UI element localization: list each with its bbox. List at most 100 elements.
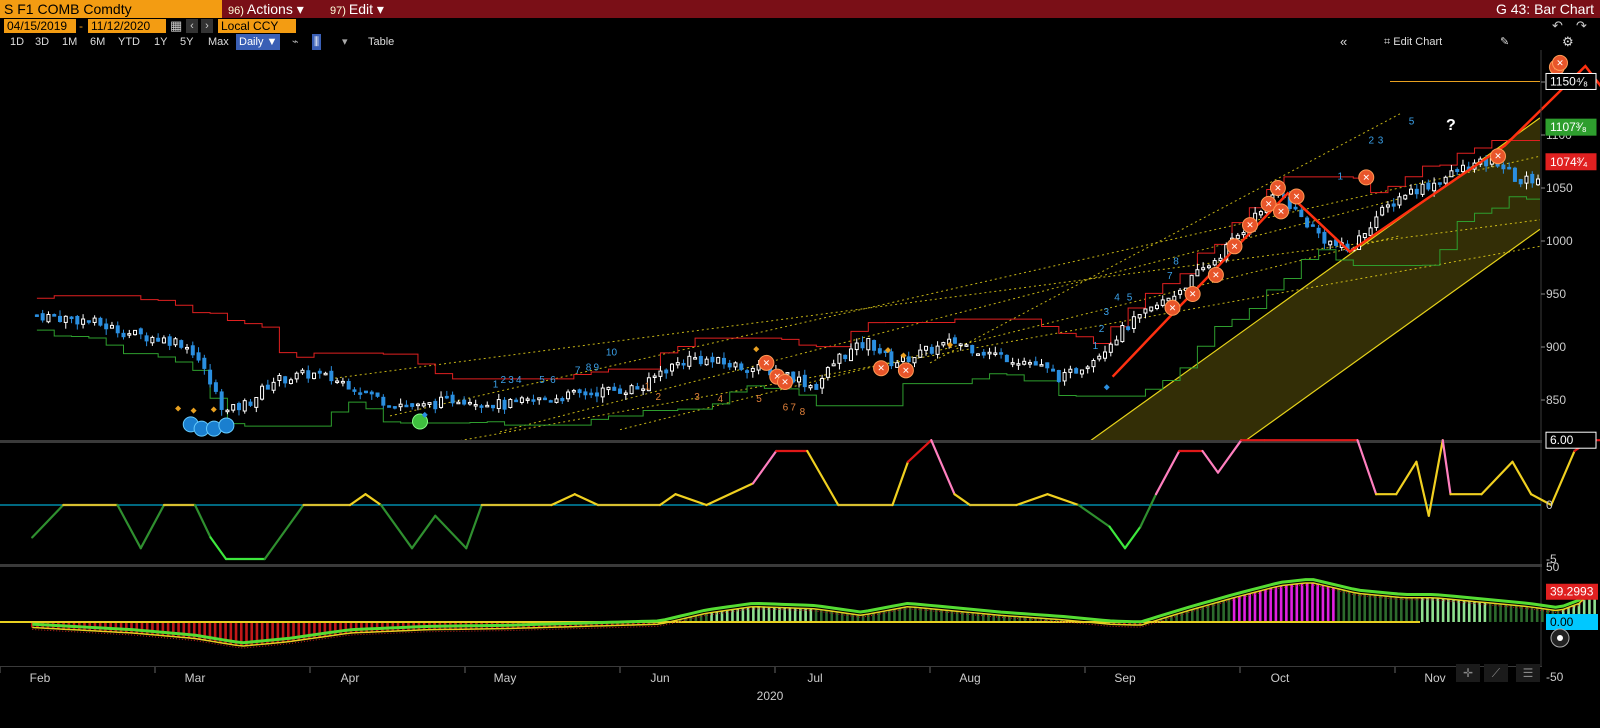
td-count-blue-11: 2 — [1099, 324, 1105, 335]
td-count-blue-6: 7 — [575, 366, 581, 377]
hist-bar — [1368, 594, 1372, 622]
period-max[interactable]: Max — [208, 34, 229, 50]
bar-chart-icon[interactable]: ⫼ — [312, 34, 322, 50]
menu-icon[interactable]: ☰ — [1516, 664, 1540, 682]
title-bar: S F1 COMB Comdty 96) Actions ▾ 97) Edit ▾ … — [0, 0, 1600, 18]
candle-body — [1189, 274, 1194, 288]
td-count-blue-2: 3 — [508, 375, 514, 386]
time-tick-label: Mar — [185, 671, 206, 685]
candle-body — [1108, 343, 1113, 353]
hist-bar — [1499, 604, 1502, 622]
collapse-icon[interactable]: « — [1340, 34, 1347, 50]
next-arrow-icon[interactable]: › — [201, 19, 213, 33]
draw-icon[interactable]: ⟋ — [1484, 664, 1508, 682]
line-chart-icon[interactable]: ⌁ — [292, 34, 299, 50]
candle-body — [704, 358, 709, 366]
period-1m[interactable]: 1M — [62, 34, 77, 50]
hist-record-dot — [1557, 635, 1563, 641]
undo-icon[interactable]: ↶ — [1552, 18, 1563, 34]
period-1d[interactable]: 1D — [10, 34, 24, 50]
period-3d[interactable]: 3D — [35, 34, 49, 50]
candle-body — [150, 336, 155, 344]
candle-body — [115, 325, 120, 334]
period-ytd[interactable]: YTD — [118, 34, 140, 50]
candle-body — [941, 342, 946, 346]
candle-body — [415, 403, 420, 407]
start-date-input[interactable]: 04/15/2019 — [4, 19, 76, 33]
candle-body — [1449, 170, 1454, 178]
candle-body — [1045, 362, 1050, 369]
gear-icon[interactable]: ⚙ — [1562, 34, 1574, 50]
hist-bar — [1232, 597, 1236, 622]
candle-body — [675, 362, 680, 366]
candle-body — [652, 375, 657, 379]
chart-type-dropdown-icon[interactable]: ▾ — [342, 34, 348, 50]
candle-body — [785, 372, 790, 375]
candle-body — [427, 402, 432, 405]
hist-bar — [370, 622, 374, 633]
edit-chart-button[interactable]: ⌗ Edit Chart — [1384, 34, 1442, 50]
sell-marker-glyph: ✕ — [1169, 303, 1177, 313]
candle-body — [1258, 211, 1263, 216]
ticker-field[interactable]: S F1 COMB Comdty — [0, 0, 222, 18]
td-count-blue-15: 7 — [1167, 271, 1173, 282]
candle-body — [1501, 164, 1506, 170]
candle-body — [213, 382, 218, 392]
candle-body — [808, 385, 813, 389]
redo-icon[interactable]: ↷ — [1576, 18, 1587, 34]
candle-body — [202, 357, 207, 369]
candle-body — [1143, 308, 1148, 314]
hist-bar — [1420, 597, 1424, 622]
date-separator: - — [79, 19, 83, 33]
candle-body — [1316, 227, 1321, 234]
candle-body — [254, 396, 259, 408]
period-6m[interactable]: 6M — [90, 34, 105, 50]
table-button[interactable]: Table — [368, 34, 394, 50]
hist-bar — [1473, 601, 1476, 622]
candle-body — [444, 395, 449, 399]
prev-arrow-icon[interactable]: ‹ — [186, 19, 198, 33]
period-5y[interactable]: 5Y — [180, 34, 193, 50]
hist-bar — [882, 611, 886, 622]
candle-body — [831, 363, 836, 367]
period-1y[interactable]: 1Y — [154, 34, 167, 50]
candle-body — [635, 386, 640, 390]
candle-body — [1530, 173, 1535, 184]
hist-bar — [976, 613, 980, 622]
candle-body — [277, 374, 282, 381]
calendar-icon[interactable]: ▦ — [170, 18, 182, 34]
hist-bar — [1337, 588, 1340, 622]
td-count-orange-3: 4 — [718, 394, 724, 405]
hist-bar — [1494, 603, 1497, 622]
chart-area[interactable]: ✕✕✕✕✕✕✕✕✕✕✕✕✕✕✕✕✕✕ 123456789101234578123… — [0, 50, 1600, 728]
actions-menu[interactable]: 96) Actions ▾ — [228, 0, 304, 18]
td-count-blue-8: 9 — [594, 362, 600, 373]
candle-body — [594, 392, 599, 397]
frequency-select[interactable]: Daily ▼ — [236, 34, 281, 50]
edit-menu[interactable]: 97) Edit ▾ — [330, 0, 384, 18]
currency-select[interactable]: Local CCY — [218, 19, 296, 33]
candle-body — [450, 394, 455, 404]
price-tick-label: 1000 — [1546, 234, 1573, 248]
hist-bar — [861, 615, 865, 622]
candle-body — [820, 377, 825, 389]
candle-body — [306, 370, 311, 379]
pencil-icon[interactable]: ✎ — [1500, 34, 1509, 50]
candle-body — [1432, 182, 1437, 192]
panel-divider-2[interactable] — [0, 564, 1542, 567]
hist-bar — [1347, 591, 1351, 622]
candle-body — [225, 409, 230, 413]
candle-body — [623, 392, 628, 396]
candle-body — [514, 399, 519, 403]
end-date-input[interactable]: 11/12/2020 — [88, 19, 166, 33]
crosshair-icon[interactable]: ✛ — [1456, 664, 1480, 682]
candle-body — [1426, 182, 1431, 190]
price-tick-label: 1050 — [1546, 181, 1573, 195]
candle-body — [554, 398, 559, 403]
hist-bar — [1264, 589, 1267, 622]
candle-body — [987, 351, 992, 355]
candle-body — [242, 400, 247, 412]
candle-body — [721, 357, 726, 365]
candle-body — [288, 379, 293, 385]
candle-body — [889, 351, 894, 367]
